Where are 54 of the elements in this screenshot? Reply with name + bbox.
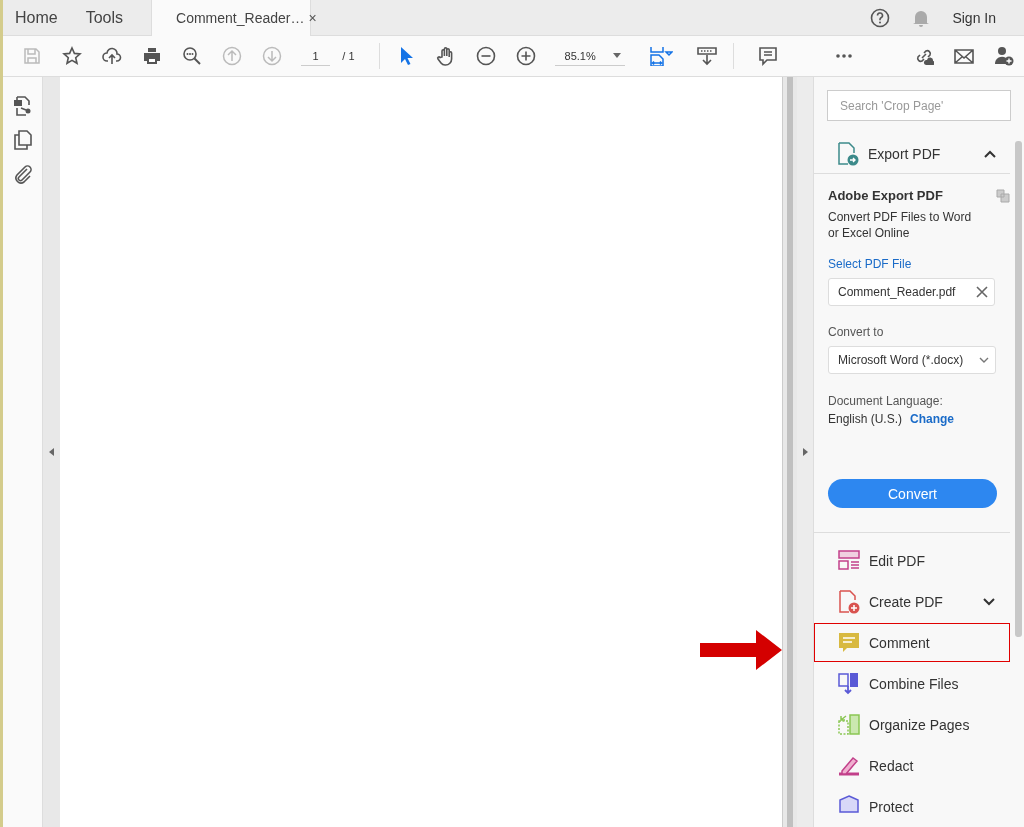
expand-arrow-icon[interactable] [802, 448, 808, 456]
page-number-field[interactable]: 1 [301, 46, 331, 66]
convert-button[interactable]: Convert [828, 479, 997, 508]
copy-icon [996, 188, 1010, 203]
change-link[interactable]: Change [910, 412, 955, 426]
dropdown-arrow-icon [613, 53, 622, 58]
field-label: Convert to [828, 325, 885, 339]
export-pdf-header[interactable]: Export PDF [814, 135, 1010, 174]
clear-icon[interactable] [976, 286, 988, 298]
create-pdf-icon [837, 589, 861, 614]
scrollbar[interactable] [787, 77, 793, 827]
comment-icon [837, 630, 861, 655]
organize-pages-icon [837, 712, 861, 737]
tool-item[interactable]: Comment [814, 623, 1010, 662]
field-label: Document Language: [828, 394, 944, 408]
print-icon[interactable] [142, 46, 162, 66]
help-icon[interactable] [870, 7, 891, 28]
tool-item[interactable]: Create PDF [814, 582, 1010, 621]
zoom-in-icon[interactable] [515, 46, 536, 66]
tab[interactable]: Tools [85, 0, 124, 35]
tool-item[interactable]: Redact [814, 746, 1010, 785]
file-field[interactable]: Comment_Reader.pdf [828, 278, 995, 306]
format-dropdown[interactable]: Microsoft Word (*.docx) [828, 346, 996, 374]
add-user-icon[interactable] [994, 46, 1014, 66]
scroll-mode-icon[interactable] [697, 46, 718, 66]
pages-icon[interactable] [11, 129, 34, 151]
page-total: / 1 [342, 50, 355, 62]
chevron-up-icon [984, 150, 996, 158]
zoom-out-icon[interactable] [475, 46, 496, 66]
sign-in-link[interactable]: Sign In [952, 9, 996, 26]
language-text: English (U.S.) [828, 412, 903, 426]
comment-icon[interactable] [758, 46, 778, 66]
cloud-upload-icon[interactable] [102, 46, 122, 66]
scrollbar[interactable] [1015, 141, 1022, 637]
chevron-down-icon [979, 357, 989, 363]
tool-item[interactable]: Organize Pages [814, 705, 1010, 744]
select-file-link[interactable]: Select PDF File [828, 257, 912, 271]
tool-item[interactable]: Combine Files [814, 664, 1010, 703]
edit-pdf-icon [837, 548, 861, 573]
star-icon[interactable] [62, 46, 82, 66]
tab[interactable]: Home [3, 0, 58, 35]
chevron-down-icon [983, 597, 995, 606]
mail-icon[interactable] [954, 46, 974, 66]
combine-files-icon [837, 671, 861, 696]
search-field[interactable]: Search 'Crop Page' [827, 90, 1011, 121]
fit-page-icon[interactable] [649, 46, 674, 66]
tool-item[interactable]: Protect [814, 787, 1010, 826]
export-pdf-icon [836, 142, 860, 166]
collapse-arrow-icon[interactable] [49, 448, 54, 456]
section-heading: Adobe Export PDF [828, 188, 943, 203]
zoom-dropdown[interactable]: 85.1% [554, 46, 626, 66]
tool-item[interactable]: Edit PDF [814, 541, 1010, 580]
description-text: Convert PDF Files to Word or Excel Online [828, 209, 973, 241]
search-icon[interactable] [182, 46, 202, 66]
